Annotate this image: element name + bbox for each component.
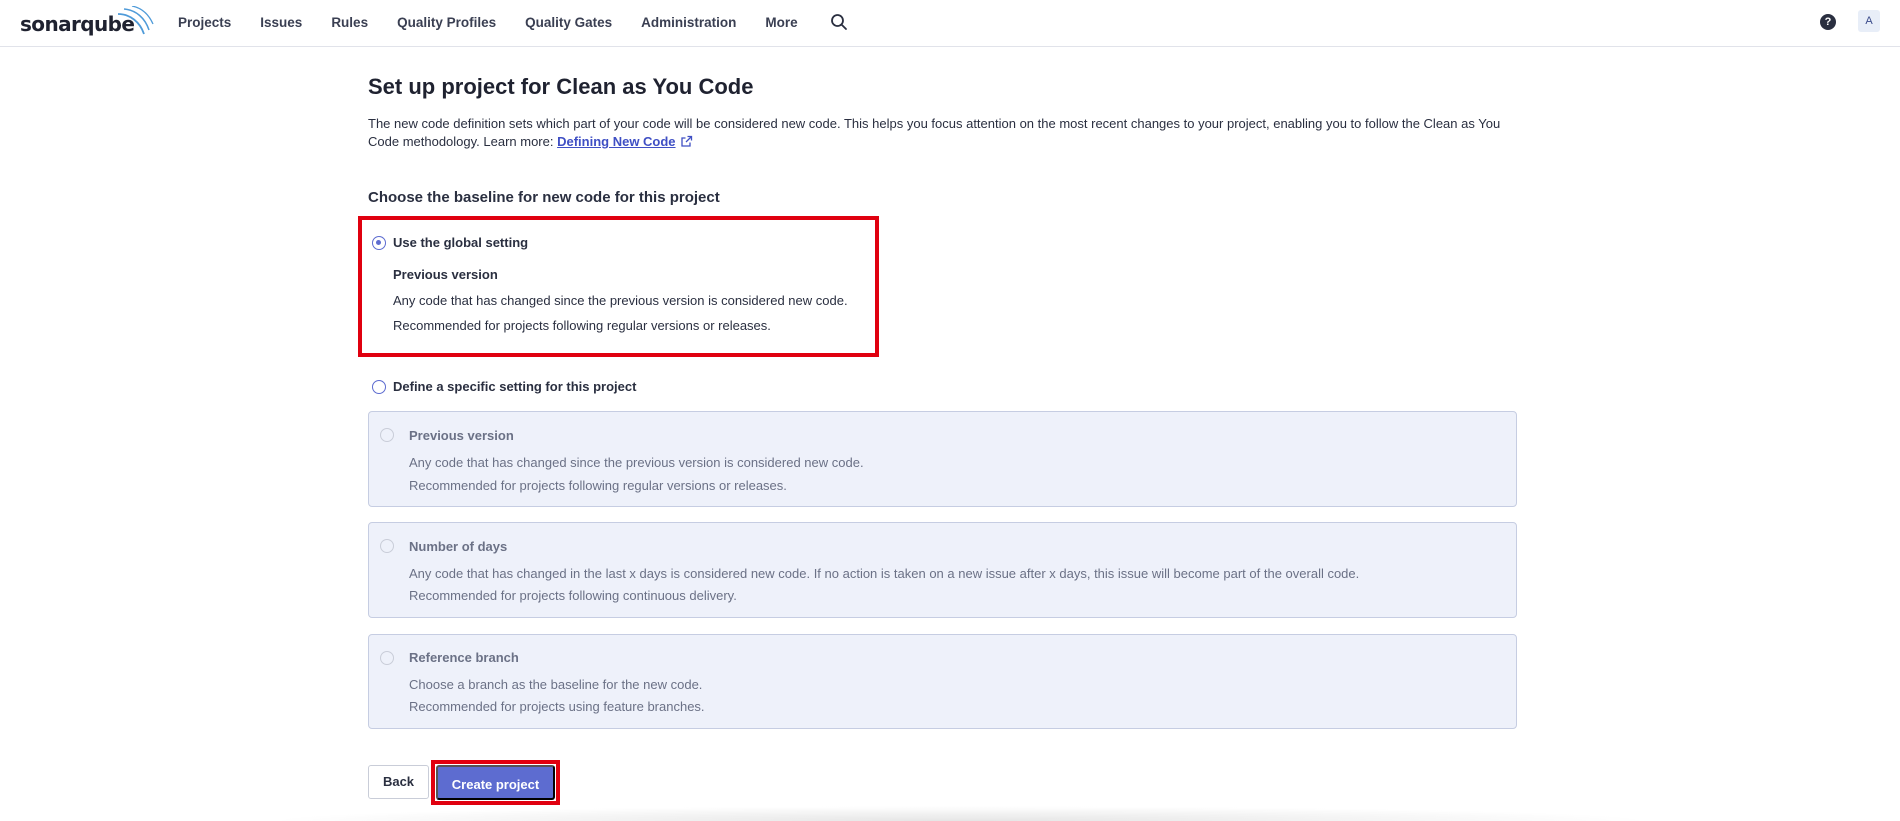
avatar[interactable]: A: [1858, 10, 1880, 32]
nav-projects[interactable]: Projects: [178, 15, 231, 30]
nav-quality-gates[interactable]: Quality Gates: [525, 15, 612, 30]
card-recommendation: Recommended for projects following conti…: [409, 588, 737, 603]
page-title: Set up project for Clean as You Code: [368, 74, 754, 99]
nav-issues[interactable]: Issues: [260, 15, 302, 30]
option-card-number-of-days[interactable]: Number of days Any code that has changed…: [368, 522, 1517, 618]
card-title: Number of days: [409, 539, 508, 554]
number-of-days-radio[interactable]: [380, 539, 394, 553]
top-navigation-bar: sonarqube Projects Issues Rules Quality …: [0, 0, 1900, 47]
previous-version-radio[interactable]: [380, 428, 394, 442]
card-title: Reference branch: [409, 650, 519, 665]
global-setting-description: Any code that has changed since the prev…: [393, 293, 848, 308]
global-setting-recommendation: Recommended for projects following regul…: [393, 318, 771, 333]
help-icon[interactable]: ?: [1820, 14, 1836, 30]
main-nav: Projects Issues Rules Quality Profiles Q…: [165, 0, 814, 44]
bottom-shadow: [260, 806, 1660, 821]
card-description: Any code that has changed since the prev…: [409, 455, 864, 470]
card-description: Any code that has changed in the last x …: [409, 566, 1360, 581]
intro-text: The new code definition sets which part …: [368, 116, 1501, 149]
nav-administration[interactable]: Administration: [641, 15, 736, 30]
global-setting-label[interactable]: Use the global setting: [393, 235, 528, 250]
card-title: Previous version: [409, 428, 514, 443]
card-description: Choose a branch as the baseline for the …: [409, 677, 703, 692]
specific-setting-label[interactable]: Define a specific setting for this proje…: [393, 379, 636, 394]
search-icon[interactable]: [830, 13, 848, 31]
nav-quality-profiles[interactable]: Quality Profiles: [397, 15, 496, 30]
nav-rules[interactable]: Rules: [331, 15, 368, 30]
create-project-button[interactable]: Create project: [436, 765, 555, 800]
nav-more[interactable]: More: [765, 15, 797, 30]
logo-wave-icon: [117, 6, 154, 35]
sonarqube-logo[interactable]: sonarqube: [20, 6, 154, 38]
specific-setting-radio[interactable]: [372, 380, 386, 394]
defining-new-code-link[interactable]: Defining New Code: [557, 134, 692, 149]
global-setting-radio[interactable]: [372, 236, 386, 250]
intro-paragraph: The new code definition sets which part …: [368, 115, 1528, 151]
card-recommendation: Recommended for projects using feature b…: [409, 699, 705, 714]
defining-new-code-link-text: Defining New Code: [557, 134, 676, 149]
card-recommendation: Recommended for projects following regul…: [409, 478, 787, 493]
reference-branch-radio[interactable]: [380, 651, 394, 665]
option-card-previous-version[interactable]: Previous version Any code that has chang…: [368, 411, 1517, 507]
option-card-reference-branch[interactable]: Reference branch Choose a branch as the …: [368, 634, 1517, 729]
section-title: Choose the baseline for new code for thi…: [368, 189, 720, 206]
global-setting-title: Previous version: [393, 267, 498, 282]
external-link-icon: [680, 135, 692, 147]
back-button[interactable]: Back: [368, 765, 429, 799]
